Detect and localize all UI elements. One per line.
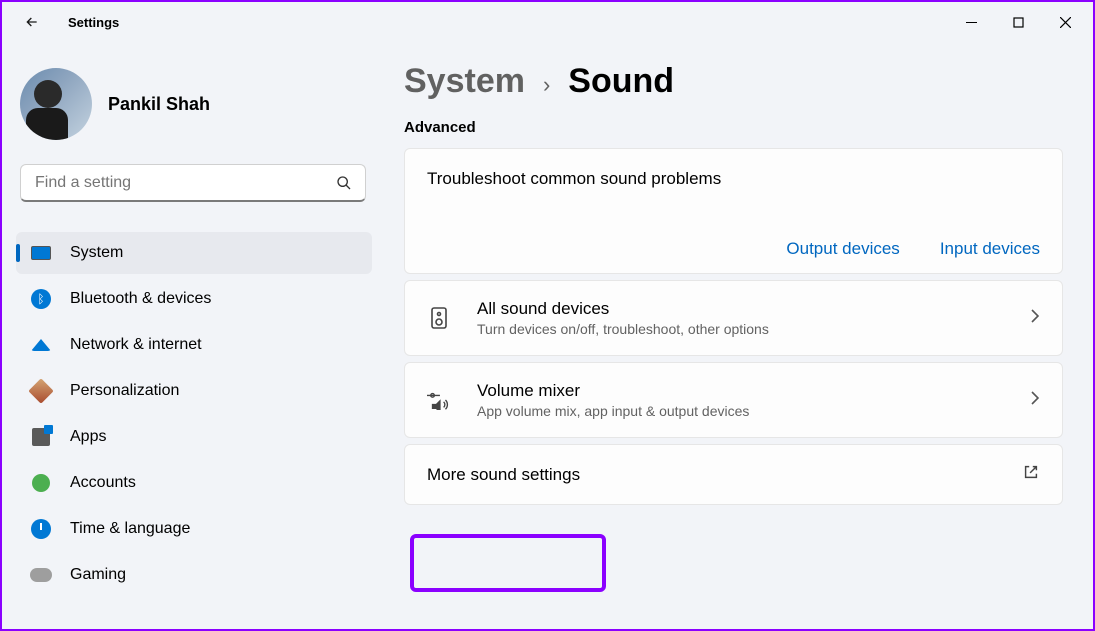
section-heading-advanced: Advanced (404, 119, 1063, 136)
sidebar-item-label: System (70, 244, 123, 262)
minimize-button[interactable] (948, 4, 995, 40)
arrow-left-icon (24, 14, 40, 30)
volume-mixer-icon (427, 390, 451, 410)
all-sound-devices-row[interactable]: All sound devices Turn devices on/off, t… (404, 280, 1063, 356)
system-icon (30, 242, 52, 264)
sidebar: Pankil Shah System ᛒ Bluetooth & devices… (2, 42, 382, 629)
chevron-right-icon (1030, 308, 1040, 329)
sidebar-item-label: Personalization (70, 382, 179, 400)
more-sound-settings-row[interactable]: More sound settings (404, 444, 1063, 505)
volume-mixer-row[interactable]: Volume mixer App volume mix, app input &… (404, 362, 1063, 438)
bluetooth-icon: ᛒ (30, 288, 52, 310)
page-title: Sound (568, 62, 674, 101)
sidebar-item-label: Gaming (70, 566, 126, 584)
sidebar-item-time-language[interactable]: Time & language (16, 508, 372, 550)
main-content: System › Sound Advanced Troubleshoot com… (382, 42, 1093, 629)
sidebar-item-personalization[interactable]: Personalization (16, 370, 372, 412)
troubleshoot-card: Troubleshoot common sound problems Outpu… (404, 148, 1063, 274)
search-icon (336, 175, 352, 191)
input-devices-link[interactable]: Input devices (940, 239, 1040, 259)
chevron-right-icon (1030, 390, 1040, 411)
sidebar-item-label: Accounts (70, 474, 136, 492)
speaker-icon (427, 306, 451, 330)
close-icon (1060, 17, 1071, 28)
close-button[interactable] (1042, 4, 1089, 40)
nav-list: System ᛒ Bluetooth & devices Network & i… (16, 232, 372, 596)
avatar (20, 68, 92, 140)
sidebar-item-network[interactable]: Network & internet (16, 324, 372, 366)
chevron-right-icon: › (543, 72, 550, 98)
sidebar-item-label: Bluetooth & devices (70, 290, 211, 308)
maximize-icon (1013, 17, 1024, 28)
sidebar-item-accounts[interactable]: Accounts (16, 462, 372, 504)
account-icon (30, 472, 52, 494)
external-link-icon (1022, 463, 1040, 486)
sidebar-item-gaming[interactable]: Gaming (16, 554, 372, 596)
card-title: Troubleshoot common sound problems (427, 169, 1040, 189)
sidebar-item-label: Apps (70, 428, 106, 446)
row-title: All sound devices (477, 299, 1030, 319)
sidebar-item-bluetooth[interactable]: ᛒ Bluetooth & devices (16, 278, 372, 320)
breadcrumb: System › Sound (404, 62, 1063, 101)
profile-block[interactable]: Pankil Shah (20, 68, 372, 140)
gamepad-icon (30, 564, 52, 586)
apps-icon (30, 426, 52, 448)
row-title: Volume mixer (477, 381, 1030, 401)
titlebar: Settings (2, 2, 1093, 42)
breadcrumb-parent[interactable]: System (404, 62, 525, 101)
paint-icon (30, 380, 52, 402)
output-devices-link[interactable]: Output devices (786, 239, 899, 259)
row-title: More sound settings (427, 465, 1022, 485)
window-title: Settings (68, 15, 119, 30)
sidebar-item-label: Network & internet (70, 336, 202, 354)
search-box (20, 164, 366, 202)
back-button[interactable] (14, 4, 50, 40)
user-name: Pankil Shah (108, 94, 210, 115)
search-input[interactable] (20, 164, 366, 202)
sidebar-item-system[interactable]: System (16, 232, 372, 274)
sidebar-item-apps[interactable]: Apps (16, 416, 372, 458)
maximize-button[interactable] (995, 4, 1042, 40)
row-subtitle: App volume mix, app input & output devic… (477, 403, 1030, 419)
row-subtitle: Turn devices on/off, troubleshoot, other… (477, 321, 1030, 337)
minimize-icon (966, 17, 977, 28)
wifi-icon (30, 334, 52, 356)
clock-icon (30, 518, 52, 540)
sidebar-item-label: Time & language (70, 520, 190, 538)
